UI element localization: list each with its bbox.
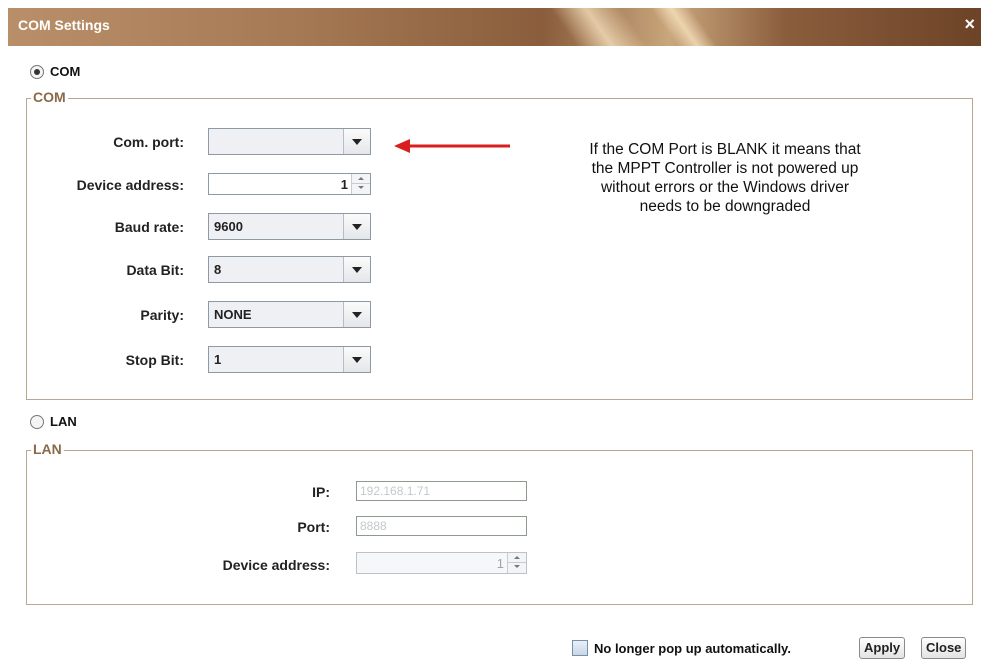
stop-bit-select[interactable]: 1: [208, 346, 371, 373]
chevron-down-icon[interactable]: [343, 129, 370, 154]
close-icon[interactable]: ×: [964, 14, 975, 35]
lan-radio-label: LAN: [50, 414, 77, 429]
baud-rate-select[interactable]: 9600: [208, 213, 371, 240]
data-bit-value: 8: [214, 262, 222, 277]
parity-label: Parity:: [140, 307, 184, 323]
window-title: COM Settings: [18, 17, 110, 33]
ip-input[interactable]: 192.168.1.71: [356, 481, 527, 501]
spinner-arrows-icon[interactable]: [507, 553, 526, 573]
title-bar-decoration: [636, 8, 740, 46]
com-port-select[interactable]: [208, 128, 371, 155]
annotation-note: If the COM Port is BLANK it means that t…: [520, 140, 930, 216]
baud-rate-label: Baud rate:: [114, 219, 184, 235]
radio-unselected-icon: [30, 414, 44, 429]
device-address-spinner[interactable]: 1: [208, 173, 371, 195]
annotation-line: If the COM Port is BLANK it means that: [589, 141, 861, 158]
title-bar-decoration: [536, 8, 670, 46]
stop-bit-value: 1: [214, 352, 222, 367]
lan-group-legend: LAN: [31, 441, 64, 457]
parity-select[interactable]: NONE: [208, 301, 371, 328]
device-address-label: Device address:: [76, 177, 184, 193]
annotation-line: needs to be downgraded: [639, 198, 811, 215]
no-popup-checkbox[interactable]: No longer pop up automatically.: [572, 640, 791, 656]
baud-rate-value: 9600: [214, 219, 243, 234]
lan-device-address-spinner[interactable]: 1: [356, 552, 527, 574]
chevron-down-icon[interactable]: [343, 347, 370, 372]
lan-device-address-value: 1: [496, 556, 504, 571]
chevron-down-icon[interactable]: [343, 214, 370, 239]
stop-bit-label: Stop Bit:: [125, 352, 184, 368]
chevron-down-icon[interactable]: [343, 302, 370, 327]
apply-button[interactable]: Apply: [859, 637, 906, 659]
port-input[interactable]: 8888: [356, 516, 527, 536]
device-address-value: 1: [340, 177, 348, 192]
chevron-down-icon[interactable]: [343, 257, 370, 282]
no-popup-label: No longer pop up automatically.: [594, 640, 791, 656]
com-group-legend: COM: [31, 89, 68, 105]
spinner-arrows-icon[interactable]: [351, 174, 370, 194]
port-label: Port:: [297, 519, 330, 535]
lan-device-address-label: Device address:: [222, 557, 330, 573]
annotation-arrow-icon: [394, 139, 510, 153]
data-bit-label: Data Bit:: [126, 262, 184, 278]
annotation-line: without errors or the Windows driver: [600, 179, 850, 196]
radio-selected-icon: [30, 64, 44, 79]
title-bar: COM Settings ×: [8, 8, 981, 46]
lan-radio[interactable]: LAN: [30, 414, 77, 429]
close-button[interactable]: Close: [921, 637, 967, 659]
parity-value: NONE: [214, 307, 252, 322]
annotation-line: the MPPT Controller is not powered up: [591, 160, 859, 177]
checkbox-icon[interactable]: [572, 640, 588, 656]
data-bit-select[interactable]: 8: [208, 256, 371, 283]
com-radio-label: COM: [50, 64, 81, 79]
ip-label: IP:: [312, 484, 330, 500]
com-radio[interactable]: COM: [30, 64, 80, 79]
com-port-label: Com. port:: [113, 134, 184, 150]
